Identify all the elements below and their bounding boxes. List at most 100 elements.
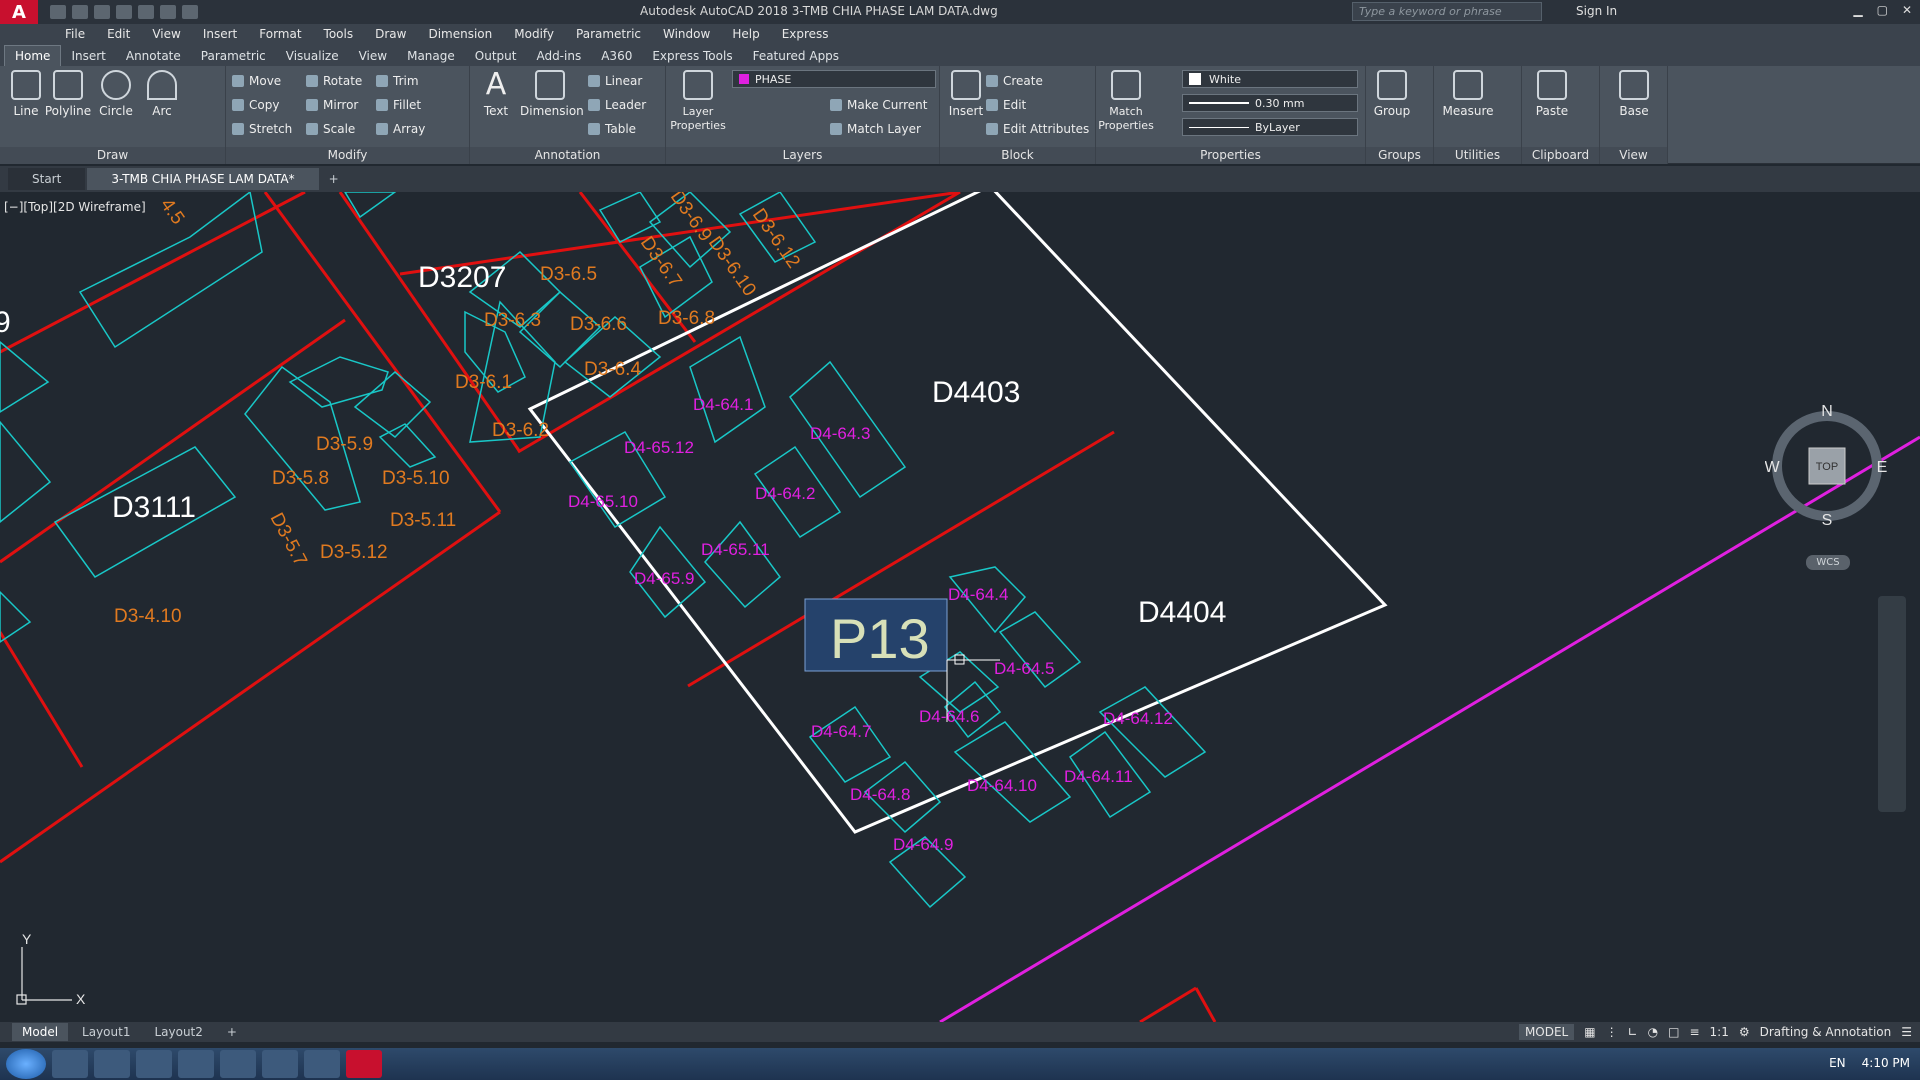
- draw-panel-label[interactable]: Draw: [0, 147, 225, 164]
- fillet-button[interactable]: Fillet: [376, 98, 421, 112]
- menu-dimension[interactable]: Dimension: [417, 27, 503, 41]
- polar-icon[interactable]: ◔: [1648, 1025, 1658, 1039]
- osnap-icon[interactable]: □: [1668, 1025, 1679, 1039]
- tab-model[interactable]: Model: [12, 1023, 69, 1041]
- viewport-label[interactable]: [−][Top][2D Wireframe]: [4, 200, 146, 214]
- open-icon[interactable]: [72, 5, 88, 19]
- create-block-button[interactable]: Create: [986, 74, 1043, 88]
- table-button[interactable]: Table: [588, 122, 636, 136]
- chrome-icon[interactable]: [94, 1050, 130, 1078]
- polyline-button[interactable]: Polyline: [42, 70, 94, 118]
- p13-label[interactable]: P13: [830, 607, 930, 670]
- sign-in-button[interactable]: Sign In: [1576, 4, 1617, 18]
- annotation-panel-label[interactable]: Annotation: [470, 147, 665, 164]
- edit-attributes-button[interactable]: Edit Attributes: [986, 122, 1089, 136]
- autocad-logo-icon[interactable]: A: [0, 0, 38, 24]
- menu-file[interactable]: File: [54, 27, 96, 41]
- edit-block-button[interactable]: Edit: [986, 98, 1026, 112]
- insert-button[interactable]: Insert: [940, 70, 992, 118]
- tab-annotate[interactable]: Annotate: [116, 46, 191, 66]
- clock[interactable]: 4:10 PM: [1862, 1056, 1910, 1070]
- array-button[interactable]: Array: [376, 122, 425, 136]
- start-button[interactable]: [6, 1049, 46, 1079]
- grid-icon[interactable]: ▦: [1584, 1025, 1595, 1039]
- maximize-icon[interactable]: ▢: [1877, 3, 1888, 17]
- new-tab-icon[interactable]: +: [321, 168, 347, 190]
- mirror-button[interactable]: Mirror: [306, 98, 358, 112]
- layer-properties-button[interactable]: Layer Properties: [666, 70, 730, 132]
- stretch-button[interactable]: Stretch: [232, 122, 292, 136]
- save-as-icon[interactable]: [116, 5, 132, 19]
- modify-panel-label[interactable]: Modify: [226, 147, 469, 164]
- tab-visualize[interactable]: Visualize: [276, 46, 349, 66]
- dimension-button[interactable]: Dimension: [520, 70, 584, 118]
- tab-express-tools[interactable]: Express Tools: [642, 46, 742, 66]
- menu-view[interactable]: View: [141, 27, 191, 41]
- menu-insert[interactable]: Insert: [192, 27, 248, 41]
- drawing-canvas[interactable]: [−][Top][2D Wireframe] D3207 D3111 D4403…: [0, 192, 1920, 1022]
- scale-button[interactable]: Scale: [306, 122, 355, 136]
- viewcube-n-label[interactable]: N: [1821, 404, 1833, 420]
- app-icon[interactable]: [220, 1050, 256, 1078]
- app-icon[interactable]: [262, 1050, 298, 1078]
- tab-add-ins[interactable]: Add-ins: [526, 46, 591, 66]
- groups-panel-label[interactable]: Groups: [1366, 147, 1433, 164]
- block-panel-label[interactable]: Block: [940, 147, 1095, 164]
- save-icon[interactable]: [94, 5, 110, 19]
- tab-layout2[interactable]: Layout2: [144, 1023, 212, 1041]
- menu-draw[interactable]: Draw: [364, 27, 417, 41]
- trim-button[interactable]: Trim: [376, 74, 419, 88]
- ortho-icon[interactable]: ∟: [1628, 1025, 1638, 1039]
- navigation-bar[interactable]: [1878, 596, 1906, 812]
- minimize-icon[interactable]: ▁: [1853, 3, 1862, 17]
- match-properties-button[interactable]: Match Properties: [1096, 70, 1156, 132]
- search-input[interactable]: Type a keyword or phrase: [1352, 2, 1542, 21]
- copy-button[interactable]: Copy: [232, 98, 279, 112]
- tab-manage[interactable]: Manage: [397, 46, 465, 66]
- move-button[interactable]: Move: [232, 74, 281, 88]
- tab-view[interactable]: View: [349, 46, 397, 66]
- explorer-icon[interactable]: [52, 1050, 88, 1078]
- rotate-button[interactable]: Rotate: [306, 74, 362, 88]
- utilities-panel-label[interactable]: Utilities: [1434, 147, 1521, 164]
- menu-help[interactable]: Help: [721, 27, 770, 41]
- layer-dropdown[interactable]: PHASE: [732, 70, 936, 88]
- menu-express[interactable]: Express: [771, 27, 840, 41]
- menu-format[interactable]: Format: [248, 27, 312, 41]
- redo-icon[interactable]: [182, 5, 198, 19]
- menu-parametric[interactable]: Parametric: [565, 27, 652, 41]
- make-current-button[interactable]: Make Current: [830, 98, 928, 112]
- group-button[interactable]: Group: [1366, 70, 1418, 118]
- undo-icon[interactable]: [160, 5, 176, 19]
- circle-button[interactable]: Circle: [90, 70, 142, 118]
- tab-home[interactable]: Home: [4, 45, 62, 66]
- lineweight-dropdown[interactable]: 0.30 mm: [1182, 94, 1358, 112]
- match-layer-button[interactable]: Match Layer: [830, 122, 921, 136]
- app-icon[interactable]: [304, 1050, 340, 1078]
- doc-tab-start[interactable]: Start: [8, 168, 86, 190]
- model-space-button[interactable]: MODEL: [1518, 1024, 1575, 1040]
- lineweight-icon[interactable]: ≡: [1689, 1025, 1699, 1039]
- viewcube-s-label[interactable]: S: [1822, 512, 1833, 528]
- close-icon[interactable]: ✕: [1902, 3, 1912, 17]
- properties-panel-label[interactable]: Properties: [1096, 147, 1365, 164]
- menu-edit[interactable]: Edit: [96, 27, 141, 41]
- doc-tab-drawing[interactable]: 3-TMB CHIA PHASE LAM DATA*: [87, 168, 319, 190]
- language-indicator[interactable]: EN: [1829, 1056, 1846, 1070]
- linear-button[interactable]: Linear: [588, 74, 642, 88]
- measure-button[interactable]: Measure: [1438, 70, 1498, 118]
- arc-button[interactable]: Arc: [136, 70, 188, 118]
- gear-icon[interactable]: ⚙: [1739, 1025, 1750, 1039]
- layers-panel-label[interactable]: Layers: [666, 147, 939, 164]
- text-button[interactable]: A Text: [470, 70, 522, 119]
- customize-icon[interactable]: ☰: [1901, 1025, 1912, 1039]
- viewcube-w-label[interactable]: W: [1765, 459, 1780, 476]
- tab-a360[interactable]: A360: [591, 46, 642, 66]
- autocad-taskbar-icon[interactable]: [346, 1050, 382, 1078]
- viewcube-e-label[interactable]: E: [1877, 459, 1888, 476]
- tab-layout1[interactable]: Layout1: [72, 1023, 140, 1041]
- tab-insert[interactable]: Insert: [61, 46, 115, 66]
- tab-featured-apps[interactable]: Featured Apps: [743, 46, 849, 66]
- snap-icon[interactable]: ⋮: [1606, 1025, 1618, 1039]
- tab-output[interactable]: Output: [465, 46, 527, 66]
